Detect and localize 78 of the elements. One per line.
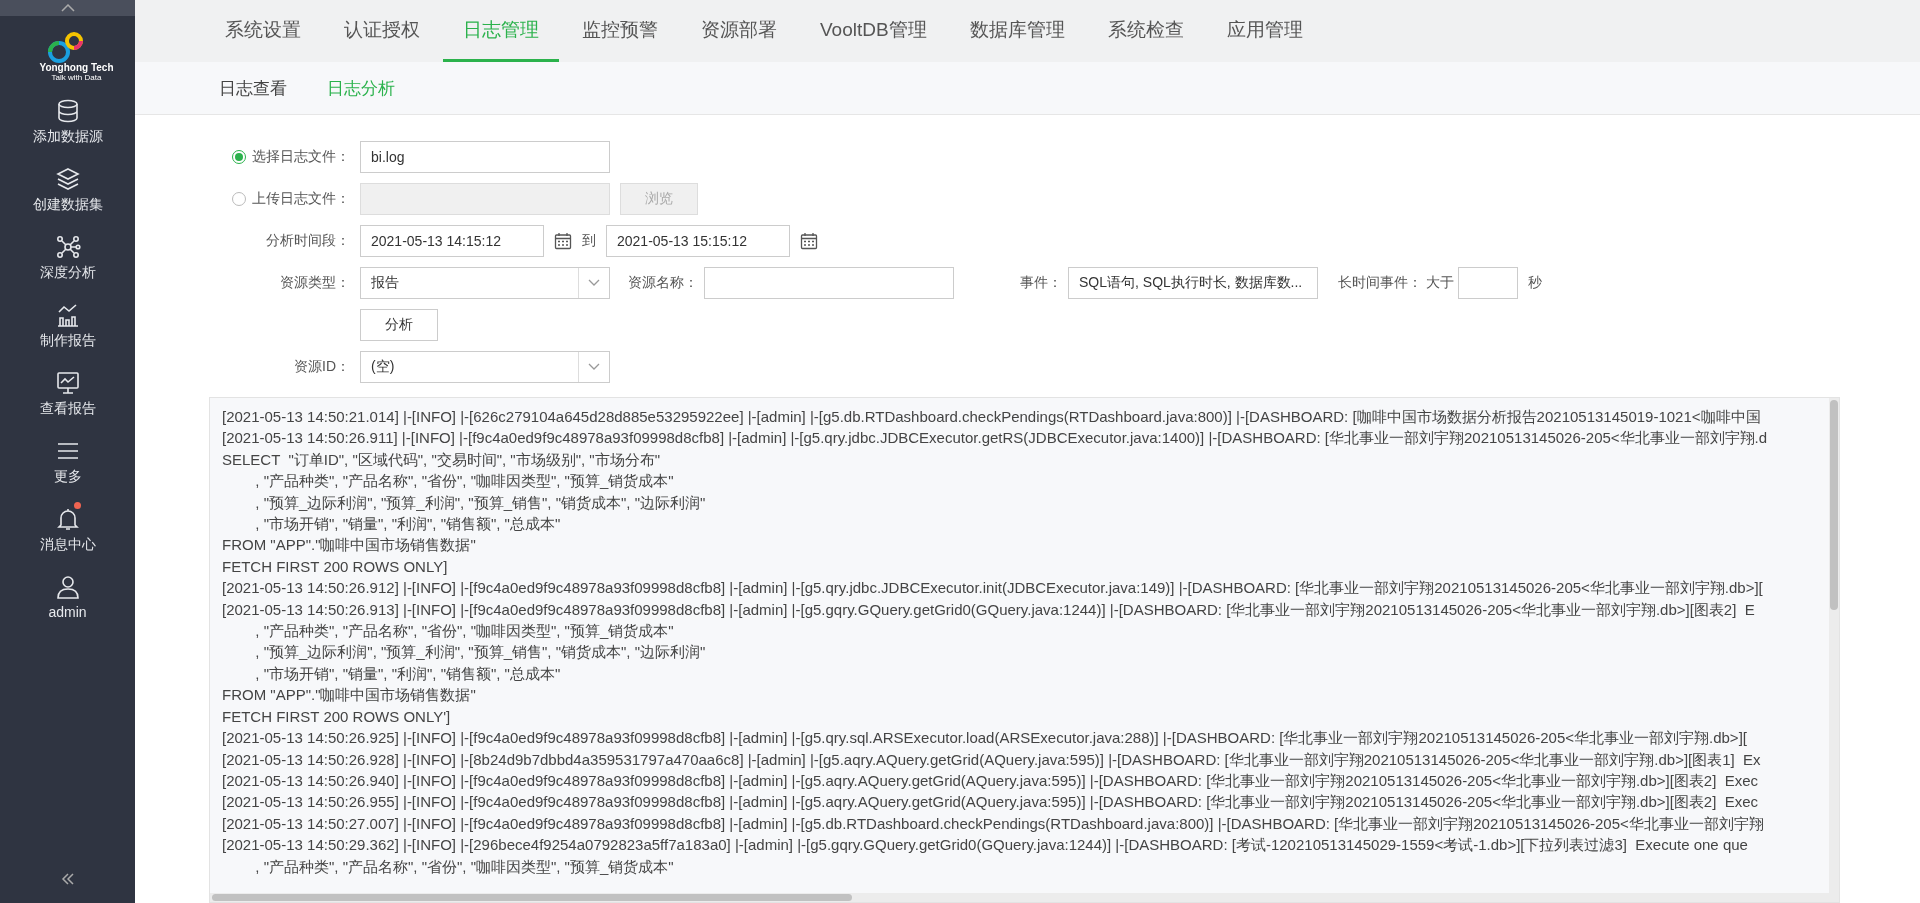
nav-tab[interactable]: 系统设置 bbox=[205, 0, 321, 62]
chevron-down-icon bbox=[588, 363, 600, 371]
input-field[interactable]: bi.log bbox=[360, 141, 610, 173]
log-line: [2021-05-13 14:50:26.928] |-[INFO] |-[8b24d9b7dbbd4a359531797a470aa6c8] |-[admin] |-[g5.aqry.AQuery.getGrid(AQuery.java:595)] |-[DASHBOARD: [华北事业一部刘宇翔20210513145026-205<华北事业一部刘宇翔.db>][图表1] Ex bbox=[222, 749, 1762, 770]
sidebar-item[interactable]: 消息中心 bbox=[0, 496, 135, 564]
calendar-icon[interactable] bbox=[800, 232, 818, 250]
vertical-scrollbar[interactable] bbox=[1829, 398, 1839, 902]
field-label: 选择日志文件： bbox=[252, 148, 350, 166]
log-line: FETCH FIRST 200 ROWS ONLY] bbox=[222, 556, 449, 577]
bell-icon bbox=[54, 506, 81, 532]
nav-tab[interactable]: 监控预警 bbox=[562, 0, 678, 62]
log-line: [2021-05-13 14:50:21.014] |-[INFO] |-[626c279104a645d28d885e53295922ee] |-[admin] |-[g5.db.RTDashboard.checkPendings(RTDashboard.java:800)] |-[DASHBOARD: [咖啡中国市场数据分析报告20210513145019-1021<咖啡中国 bbox=[222, 407, 1762, 427]
nav-tab[interactable]: 应用管理 bbox=[1206, 0, 1323, 62]
log-line: , "市场开销", "销量", "利润", "销售额", "总成本" bbox=[254, 663, 562, 684]
log-line: [2021-05-13 14:50:26.955] |-[INFO] |-[f9c4a0ed9f9c48978a93f09998d8cfb8] |-[admin] |-[g5.aqry.AQuery.getGrid(AQuery.java:595)] |-[DASHBOARD: [华北事业一部刘宇翔20210513145026-205<华北事业一部刘宇翔.db>][图表2] Exec bbox=[222, 792, 1760, 813]
field-label: 分析时间段： bbox=[266, 232, 350, 250]
field-label: 长时间事件： bbox=[1338, 274, 1422, 292]
sidebar-item[interactable]: 查看报告 bbox=[0, 360, 135, 428]
date-field[interactable]: 2021-05-13 15:15:12 bbox=[606, 225, 790, 257]
field-label: 资源ID： bbox=[294, 358, 350, 376]
unit-text: 秒 bbox=[1528, 274, 1542, 292]
nav-tab[interactable]: 认证授权 bbox=[324, 0, 440, 62]
chevron-down-icon bbox=[588, 279, 600, 287]
log-line: , "预算_边际利润", "预算_利润", "预算_销售", "销货成本", "边际利润" bbox=[254, 492, 707, 513]
nav-tab[interactable]: 资源部署 bbox=[681, 0, 797, 62]
events-field[interactable]: SQL语句, SQL执行时长, 数据库数... bbox=[1068, 267, 1318, 299]
log-line: , "产品种类", "产品名称", "省份", "咖啡因类型", "预算_销货成本" bbox=[254, 856, 675, 877]
log-line: [2021-05-13 14:50:26.913] |-[INFO] |-[f9c4a0ed9f9c48978a93f09998d8cfb8] |-[admin] |-[g5.gqry.GQuery.getGrid0(GQuery.java:1244)] |-[DASHBOARD: [华北事业一部刘宇翔20210513145026-205<华北事业一部刘宇翔.db>][图表2] E bbox=[222, 599, 1756, 620]
collapse-top-button[interactable] bbox=[0, 0, 135, 16]
log-line: [2021-05-13 14:50:29.362] |-[INFO] |-[296bece4f9254a0792823a5ff7a183a0] |-[admin] |-[g5.gqry.GQuery.getGrid0(GQuery.java:1244)] |-[DASHBOARD: [考试-120210513145029-1559<考试-1.db>][下拉列表过滤3] Execute one que bbox=[222, 835, 1749, 856]
log-line: [2021-05-13 14:50:26.911] |-[INFO] |-[f9c4a0ed9f9c48978a93f09998d8cfb8] |-[admin] |-[g5.qry.jdbc.JDBCExecutor.getRS(JDBCExecutor.java:1400)] |-[DASHBOARD: [华北事业一部刘宇翔20210513145026-205<华北事业一部刘宇翔.d bbox=[222, 428, 1769, 449]
sidebar-item[interactable]: 创建数据集 bbox=[0, 156, 135, 224]
input-field[interactable] bbox=[360, 183, 610, 215]
sub-tab[interactable]: 日志查看 bbox=[219, 62, 287, 114]
nav-tab[interactable]: 数据库管理 bbox=[949, 0, 1085, 62]
calendar-icon[interactable] bbox=[554, 232, 572, 250]
field-label: 上传日志文件： bbox=[252, 190, 350, 208]
dropdown[interactable]: 报告 bbox=[360, 267, 610, 299]
radio-button[interactable] bbox=[232, 192, 246, 206]
log-line: [2021-05-13 14:50:26.940] |-[INFO] |-[f9c4a0ed9f9c48978a93f09998d8cfb8] |-[admin] |-[g5.aqry.AQuery.getGrid(AQuery.java:595)] |-[DASHBOARD: [华北事业一部刘宇翔20210513145026-205<华北事业一部刘宇翔.db>][图表2] Exec bbox=[222, 770, 1760, 791]
double-chevron-left-icon[interactable] bbox=[60, 873, 75, 885]
chevron-up-icon bbox=[60, 4, 75, 12]
nav-tab[interactable]: VooltDB管理 bbox=[800, 0, 947, 62]
radio-button[interactable] bbox=[232, 150, 246, 164]
sidebar-item[interactable]: 深度分析 bbox=[0, 224, 135, 292]
field-label: 事件： bbox=[1020, 274, 1062, 292]
input-field[interactable] bbox=[704, 267, 954, 299]
separator-text: 到 bbox=[582, 232, 596, 250]
log-line: , "市场开销", "销量", "利润", "销售额", "总成本" bbox=[254, 514, 562, 535]
log-line: FROM "APP"."咖啡中国市场销售数据" bbox=[222, 535, 477, 556]
log-line: FROM "APP"."咖啡中国市场销售数据" bbox=[222, 685, 477, 706]
network-icon bbox=[54, 234, 81, 260]
user-icon bbox=[54, 574, 81, 600]
field-label: 资源名称： bbox=[628, 274, 698, 292]
sidebar-item[interactable]: 更多 bbox=[0, 428, 135, 496]
log-line: SELECT "订单ID", "区域代码", "交易时间", "市场级别", "市场分布" bbox=[222, 449, 661, 470]
sidebar-item[interactable]: 添加数据源 bbox=[0, 88, 135, 156]
date-field[interactable]: 2021-05-13 14:15:12 bbox=[360, 225, 544, 257]
monitor-icon bbox=[54, 370, 81, 396]
input-field[interactable] bbox=[1458, 267, 1518, 299]
log-line: , "产品种类", "产品名称", "省份", "咖啡因类型", "预算_销货成本" bbox=[254, 471, 675, 492]
nav-tab[interactable]: 系统检查 bbox=[1087, 0, 1204, 62]
sidebar-item[interactable]: admin bbox=[0, 564, 135, 630]
sidebar-item[interactable]: 制作报告 bbox=[0, 292, 135, 360]
horizontal-scrollbar[interactable] bbox=[210, 893, 1829, 902]
layers-icon bbox=[54, 166, 81, 192]
logo-name: Yonghong Tech bbox=[39, 62, 114, 73]
log-line: , "预算_边际利润", "预算_利润", "预算_销售", "销货成本", "边际利润" bbox=[254, 642, 707, 663]
log-line: [2021-05-13 14:50:26.912] |-[INFO] |-[f9c4a0ed9f9c48978a93f09998d8cfb8] |-[admin] |-[g5.qry.jdbc.JDBCExecutor.init(JDBCExecutor.java:149)] |-[DASHBOARD: [华北事业一部刘宇翔20210513145026-205<华北事业一部刘宇翔.db>][ bbox=[222, 578, 1764, 599]
field-label: 资源类型： bbox=[280, 274, 350, 292]
log-line: [2021-05-13 14:50:26.925] |-[INFO] |-[f9c4a0ed9f9c48978a93f09998d8cfb8] |-[admin] |-[g5.qry.sql.ARSExecutor.load(ARSExecutor.java:288)] |-[DASHBOARD: [华北事业一部刘宇翔20210513145026-205<华北事业一部刘宇翔.db>][ bbox=[222, 728, 1748, 749]
log-line: [2021-05-13 14:50:27.007] |-[INFO] |-[f9c4a0ed9f9c48978a93f09998d8cfb8] |-[admin] |-[g5.db.RTDashboard.checkPendings(RTDashboard.java:800)] |-[DASHBOARD: [华北事业一部刘宇翔20210513145026-205<华北事业一部刘宇翔 bbox=[222, 813, 1765, 834]
analyze-button[interactable]: 分析 bbox=[360, 309, 438, 341]
log-line: FETCH FIRST 200 ROWS ONLY'] bbox=[222, 706, 452, 727]
log-line: , "产品种类", "产品名称", "省份", "咖啡因类型", "预算_销货成本" bbox=[254, 621, 675, 642]
logo-tagline: Talk with Data bbox=[51, 73, 102, 82]
dropdown[interactable]: (空) bbox=[360, 351, 610, 383]
prefix-text: 大于 bbox=[1426, 274, 1454, 292]
